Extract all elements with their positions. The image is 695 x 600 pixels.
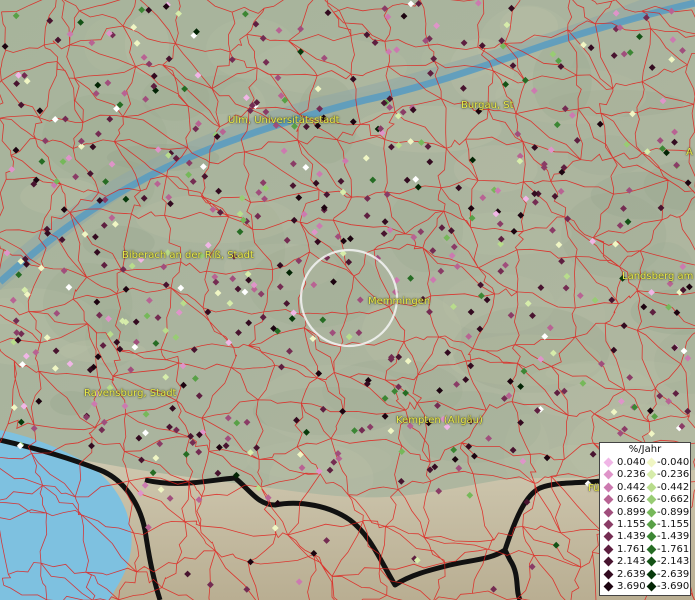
city-label-biberach: Biberach an der Riß, Stadt — [122, 250, 254, 261]
map-canvas[interactable] — [0, 0, 695, 600]
legend-swatch — [646, 556, 657, 567]
legend-swatch — [646, 457, 657, 468]
legend-swatch — [603, 556, 614, 567]
legend-swatch — [646, 494, 657, 505]
legend-label: -0.442 — [657, 481, 690, 493]
city-label-landsberg: Landsberg am — [622, 271, 694, 282]
legend-swatch — [646, 581, 657, 592]
legend-swatch — [646, 544, 657, 555]
legend-label: -0.040 — [657, 457, 690, 468]
legend-label: 1.761 — [617, 543, 646, 555]
legend-swatch — [603, 469, 614, 480]
legend-label: 2.639 — [617, 568, 646, 580]
legend-swatch — [603, 531, 614, 542]
legend-label: -0.662 — [657, 494, 690, 506]
legend-swatch — [603, 519, 614, 530]
terrain-patch — [453, 145, 538, 193]
map-legend: %/Jahr 0.040 0.236 0.442 0.662 0.899 1.155 1.4… — [599, 442, 691, 596]
legend-swatch — [646, 519, 657, 530]
city-label-kempten: Kempten (Allgäu) — [396, 415, 483, 426]
legend-label: 3.690 — [617, 581, 646, 592]
legend-label: 1.439 — [617, 531, 646, 543]
legend-label: -2.143 — [657, 556, 690, 568]
legend-label: -2.639 — [657, 568, 690, 580]
legend-label: -0.236 — [657, 469, 690, 481]
legend-label: -1.155 — [657, 519, 690, 530]
legend-swatch — [603, 507, 614, 518]
terrain-patch — [401, 391, 541, 463]
legend-label: -1.761 — [657, 543, 690, 555]
city-label-fuessen-edge: Fü — [588, 483, 600, 494]
legend-label: -0.899 — [657, 506, 690, 518]
legend-label: -1.439 — [657, 531, 690, 543]
legend-label: 0.442 — [617, 481, 646, 493]
legend-swatch — [603, 457, 614, 468]
legend-title: %/Jahr — [628, 444, 662, 455]
city-label-augsburg-edge: A — [686, 147, 693, 158]
legend-label: 2.143 — [617, 556, 646, 568]
legend-swatch — [646, 482, 657, 493]
city-label-ulm: Ulm, Universitätsstadt — [228, 115, 340, 126]
legend-label: 0.236 — [617, 469, 646, 481]
legend-swatch — [603, 494, 614, 505]
terrain-patch — [42, 263, 133, 346]
legend-label: 0.040 — [617, 457, 646, 468]
terrain-patch — [206, 17, 297, 79]
legend-label: 0.662 — [617, 494, 646, 506]
legend-swatch — [646, 569, 657, 580]
terrain-patch — [561, 192, 667, 278]
legend-swatch — [603, 544, 614, 555]
terrain-patch — [185, 75, 256, 115]
legend-swatch — [603, 581, 614, 592]
legend-swatch — [646, 507, 657, 518]
legend-swatch — [646, 469, 657, 480]
legend-swatch — [603, 482, 614, 493]
legend-swatch — [603, 569, 614, 580]
legend-label: 1.155 — [617, 519, 646, 530]
legend-label: 0.899 — [617, 506, 646, 518]
city-label-ravensburg: Ravensburg, Stadt — [84, 388, 177, 399]
city-label-burgau: Burgau, St — [461, 100, 514, 111]
legend-swatch — [646, 531, 657, 542]
legend-label: -3.690 — [657, 581, 690, 592]
city-label-memmingen: Memmingen — [368, 296, 431, 307]
